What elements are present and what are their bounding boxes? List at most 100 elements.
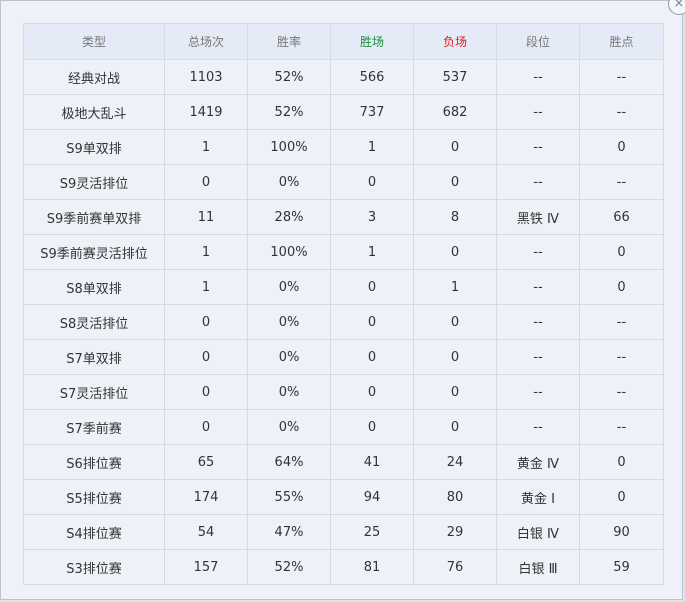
- cell-losses: 29: [413, 514, 497, 550]
- cell-points: 0: [579, 234, 664, 270]
- cell-rate: 0%: [247, 304, 331, 340]
- cell-total: 0: [164, 409, 248, 445]
- stats-panel: × 类型 总场次 胜率 胜场 负场 段位 胜点 经典对战 1103 52% 566 53…: [0, 0, 685, 600]
- cell-points: 0: [579, 269, 664, 305]
- cell-rank: 黄金 Ⅰ: [496, 479, 580, 515]
- cell-wins: 25: [330, 514, 414, 550]
- cell-type: 经典对战: [23, 59, 165, 95]
- cell-total: 0: [164, 374, 248, 410]
- header-rate: 胜率: [247, 23, 331, 60]
- cell-rank: 白银 Ⅳ: [496, 514, 580, 550]
- cell-type: S6排位赛: [23, 444, 165, 480]
- cell-type: S8单双排: [23, 269, 165, 305]
- table-row: S7灵活排位 0 0% 0 0 -- --: [23, 374, 664, 410]
- cell-losses: 8: [413, 199, 497, 235]
- cell-type: S7单双排: [23, 339, 165, 375]
- cell-rate: 52%: [247, 94, 331, 130]
- cell-type: S9单双排: [23, 129, 165, 165]
- cell-total: 0: [164, 339, 248, 375]
- cell-rank: --: [496, 409, 580, 445]
- cell-wins: 3: [330, 199, 414, 235]
- table-row: S8灵活排位 0 0% 0 0 -- --: [23, 304, 664, 340]
- cell-type: S9灵活排位: [23, 164, 165, 200]
- cell-rate: 0%: [247, 374, 331, 410]
- cell-points: 66: [579, 199, 664, 235]
- cell-type: 极地大乱斗: [23, 94, 165, 130]
- cell-rank: --: [496, 129, 580, 165]
- cell-losses: 537: [413, 59, 497, 95]
- cell-losses: 0: [413, 374, 497, 410]
- cell-points: --: [579, 339, 664, 375]
- cell-points: --: [579, 374, 664, 410]
- cell-wins: 737: [330, 94, 414, 130]
- cell-type: S3排位赛: [23, 549, 165, 585]
- header-rank: 段位: [496, 23, 580, 60]
- cell-wins: 0: [330, 269, 414, 305]
- cell-type: S9季前赛单双排: [23, 199, 165, 235]
- cell-total: 1: [164, 129, 248, 165]
- table-row: S5排位赛 174 55% 94 80 黄金 Ⅰ0: [23, 479, 664, 515]
- cell-rate: 0%: [247, 269, 331, 305]
- cell-points: 0: [579, 444, 664, 480]
- header-wins: 胜场: [330, 23, 414, 60]
- cell-rate: 0%: [247, 409, 331, 445]
- cell-total: 65: [164, 444, 248, 480]
- cell-wins: 0: [330, 339, 414, 375]
- cell-rate: 100%: [247, 234, 331, 270]
- cell-points: 0: [579, 479, 664, 515]
- cell-type: S4排位赛: [23, 514, 165, 550]
- close-icon[interactable]: ×: [668, 0, 685, 15]
- cell-losses: 0: [413, 409, 497, 445]
- cell-rank: --: [496, 339, 580, 375]
- cell-wins: 0: [330, 409, 414, 445]
- cell-points: --: [579, 59, 664, 95]
- cell-total: 54: [164, 514, 248, 550]
- stats-table: 类型 总场次 胜率 胜场 负场 段位 胜点 经典对战 1103 52% 566 537-…: [23, 23, 664, 585]
- cell-total: 0: [164, 304, 248, 340]
- cell-rate: 55%: [247, 479, 331, 515]
- cell-total: 11: [164, 199, 248, 235]
- cell-wins: 1: [330, 234, 414, 270]
- cell-wins: 0: [330, 374, 414, 410]
- header-points: 胜点: [579, 23, 664, 60]
- cell-wins: 81: [330, 549, 414, 585]
- cell-rank: 黄金 Ⅳ: [496, 444, 580, 480]
- cell-rank: --: [496, 304, 580, 340]
- cell-rate: 52%: [247, 59, 331, 95]
- cell-rank: --: [496, 234, 580, 270]
- table-row: S9灵活排位 0 0% 0 0 -- --: [23, 164, 664, 200]
- cell-rate: 0%: [247, 339, 331, 375]
- table-row: S9单双排 1 100% 1 0 -- 0: [23, 129, 664, 165]
- cell-wins: 1: [330, 129, 414, 165]
- cell-losses: 1: [413, 269, 497, 305]
- cell-total: 1: [164, 269, 248, 305]
- cell-rank: 白银 Ⅲ: [496, 549, 580, 585]
- cell-rank: --: [496, 59, 580, 95]
- cell-points: --: [579, 304, 664, 340]
- cell-rank: 黑铁 Ⅳ: [496, 199, 580, 235]
- table-row: S8单双排 1 0% 0 1 -- 0: [23, 269, 664, 305]
- cell-wins: 0: [330, 164, 414, 200]
- cell-rank: --: [496, 374, 580, 410]
- cell-total: 1: [164, 234, 248, 270]
- table-row: S7季前赛 0 0% 0 0 -- --: [23, 409, 664, 445]
- cell-wins: 0: [330, 304, 414, 340]
- cell-losses: 0: [413, 164, 497, 200]
- table-header-row: 类型 总场次 胜率 胜场 负场 段位 胜点: [23, 23, 664, 60]
- table-row: S6排位赛 65 64% 41 24 黄金 Ⅳ0: [23, 444, 664, 480]
- table-row: S9季前赛单双排 11 28% 3 8 黑铁 Ⅳ 66: [23, 199, 664, 235]
- cell-rank: --: [496, 164, 580, 200]
- header-type: 类型: [23, 23, 165, 60]
- cell-rate: 28%: [247, 199, 331, 235]
- cell-losses: 0: [413, 304, 497, 340]
- cell-wins: 94: [330, 479, 414, 515]
- cell-total: 0: [164, 164, 248, 200]
- cell-points: 0: [579, 129, 664, 165]
- header-losses: 负场: [413, 23, 497, 60]
- cell-points: --: [579, 164, 664, 200]
- cell-type: S7灵活排位: [23, 374, 165, 410]
- table-row: 经典对战 1103 52% 566 537 -- --: [23, 59, 664, 95]
- cell-wins: 566: [330, 59, 414, 95]
- cell-total: 1103: [164, 59, 248, 95]
- table-row: S7单双排 0 0% 0 0 -- --: [23, 339, 664, 375]
